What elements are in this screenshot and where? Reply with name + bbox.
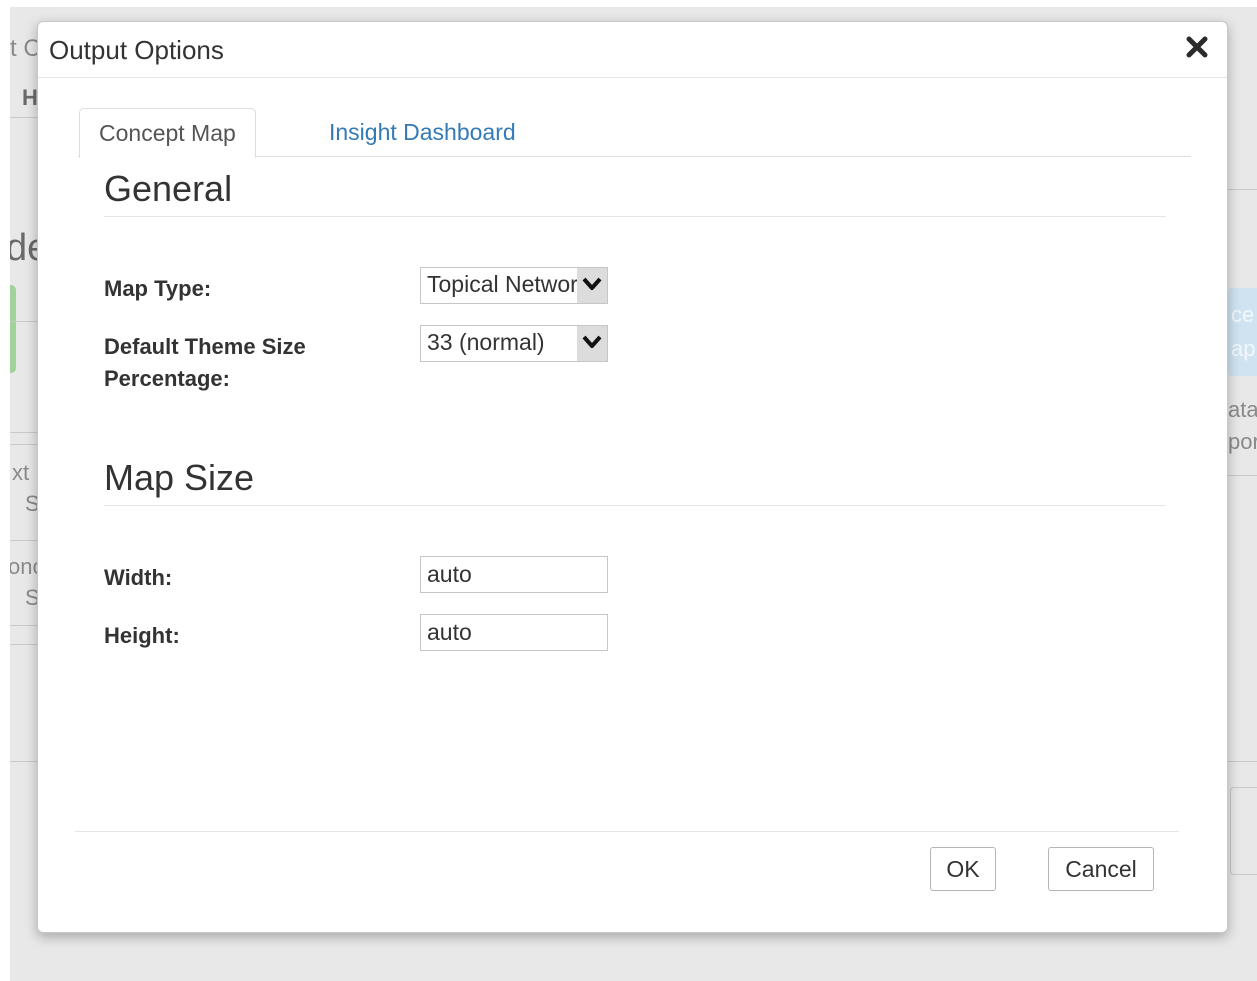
bg-divider	[10, 644, 37, 645]
map-type-select[interactable]: Topical Network	[420, 267, 608, 304]
bg-divider	[10, 444, 37, 445]
theme-size-label-line2: Percentage:	[104, 366, 230, 391]
bg-divider	[10, 761, 37, 762]
close-icon	[1186, 36, 1208, 58]
dialog-title: Output Options	[49, 35, 224, 65]
bg-text: ata	[1228, 397, 1257, 422]
ok-button[interactable]: OK	[930, 847, 996, 891]
bg-text: ce	[1231, 302, 1255, 327]
height-label: Height:	[104, 623, 180, 648]
general-heading: General	[104, 168, 1166, 217]
chevron-down-icon	[577, 268, 607, 303]
footer-divider	[75, 831, 1179, 832]
bg-text: xt	[12, 460, 30, 485]
bg-divider	[10, 321, 37, 322]
bg-divider	[10, 117, 37, 118]
bg-divider	[10, 540, 37, 541]
cancel-button[interactable]: Cancel	[1048, 847, 1154, 891]
theme-size-label-line1: Default Theme Size	[104, 334, 306, 359]
width-input[interactable]	[420, 556, 608, 593]
bg-divider	[1228, 189, 1257, 190]
bg-text: ap	[1231, 336, 1256, 361]
width-label: Width:	[104, 565, 173, 590]
dialog-header: Output Options	[38, 22, 1227, 78]
map-type-value: Topical Network	[427, 271, 577, 297]
tab-concept-map[interactable]: Concept Map	[79, 108, 256, 158]
bg-divider	[1228, 475, 1257, 476]
map-size-heading: Map Size	[104, 457, 1166, 506]
tab-insight-dashboard[interactable]: Insight Dashboard	[310, 108, 535, 157]
bg-green-panel	[10, 285, 16, 373]
chevron-down-icon	[577, 326, 607, 361]
bg-divider	[10, 625, 37, 626]
bg-text: H	[22, 85, 38, 110]
theme-size-label: Default Theme Size Percentage:	[104, 331, 306, 395]
theme-size-value: 33 (normal)	[427, 329, 545, 355]
bg-blue-panel: ce ap	[1228, 288, 1257, 376]
map-type-label: Map Type:	[104, 276, 212, 301]
bg-divider	[10, 432, 37, 433]
bg-divider	[1228, 761, 1257, 762]
bg-text: por	[1228, 429, 1257, 454]
bg-box	[1230, 787, 1257, 875]
close-button[interactable]	[1183, 32, 1211, 62]
output-options-dialog: Output Options Concept Map Insight Dashb…	[37, 21, 1228, 933]
theme-size-select[interactable]: 33 (normal)	[420, 325, 608, 362]
height-input[interactable]	[420, 614, 608, 651]
tab-bar: Concept Map Insight Dashboard	[78, 108, 1191, 158]
